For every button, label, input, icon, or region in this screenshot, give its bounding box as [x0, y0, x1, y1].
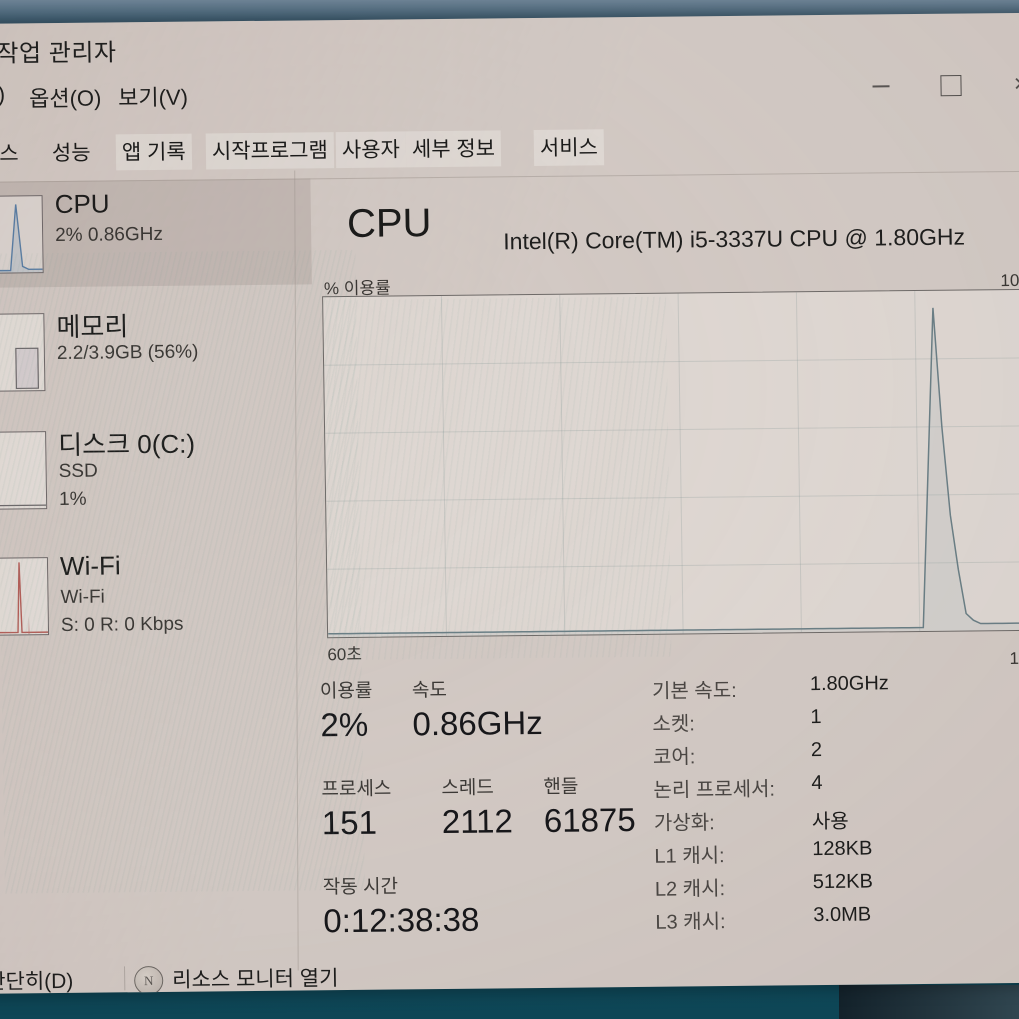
spec-row: 코어: 2: [653, 737, 1019, 774]
stat-threads-value: 2112: [441, 802, 514, 841]
spec-l3-cache-label: L3 캐시:: [655, 911, 726, 934]
stat-uptime: 작동 시간 0:12:38:38: [323, 871, 480, 940]
tab-strip: 세스 성능 앱 기록 시작프로그램 사용자 세부 정보 서비스: [0, 125, 1019, 183]
cpu-heading: CPU: [346, 201, 432, 246]
cpu-utilization-plot: [324, 291, 1019, 638]
sidebar-item-wifi-title: Wi-Fi: [59, 550, 121, 581]
stat-uptime-value: 0:12:38:38: [323, 900, 480, 940]
sidebar-item-memory[interactable]: 메모리 2.2/3.9GB (56%): [0, 296, 314, 406]
resource-monitor-icon[interactable]: N: [133, 965, 164, 994]
tab-processes[interactable]: 세스: [0, 135, 25, 172]
stat-speed-value: 0.86GHz: [412, 703, 543, 743]
sidebar-item-wifi[interactable]: Wi-Fi Wi-Fi S: 0 R: 0 Kbps: [0, 540, 317, 650]
graph-count-label: 1: [1009, 648, 1019, 669]
menu-item-view[interactable]: 보기(V): [118, 80, 188, 113]
sidebar-item-disk-title: 디스크 0(C:): [58, 428, 196, 461]
desktop-icons-area: [839, 985, 1019, 1019]
spec-sockets-value: 1: [810, 706, 822, 729]
cpu-detail-panel: CPU Intel(R) Core(TM) i5-3337U CPU @ 1.8…: [302, 171, 1019, 947]
spec-row: L2 캐시: 512KB: [655, 869, 1019, 906]
stat-handles-label: 핸들: [543, 776, 579, 798]
spec-virtualization-value: 사용: [811, 810, 849, 834]
stat-handles: 핸들 61875: [543, 771, 636, 839]
spec-l2-cache-value: 512KB: [812, 870, 874, 894]
spec-l2-cache-label: L2 캐시:: [654, 878, 726, 901]
open-resource-monitor-link[interactable]: 리소스 모니터 열기: [172, 962, 339, 994]
menu-item-options[interactable]: 옵션(O): [29, 81, 102, 114]
spec-row: 소켓: 1: [652, 704, 1019, 741]
sidebar-item-memory-detail: 2.2/3.9GB (56%): [56, 341, 199, 365]
spec-row: 가상화: 사용: [654, 803, 1019, 840]
graph-gridlines: [324, 291, 1019, 636]
spec-row: L3 캐시: 3.0MB: [655, 902, 1019, 939]
tab-users[interactable]: 사용자: [335, 131, 407, 169]
menu-item-file[interactable]: (F): [0, 82, 5, 108]
tab-services[interactable]: 서비스: [533, 129, 605, 167]
spec-l1-cache-label: L1 캐시:: [654, 845, 725, 868]
spec-l3-cache-value: 3.0MB: [813, 903, 872, 927]
sidebar-item-cpu-title: CPU: [54, 188, 110, 220]
status-bar-separator: [123, 966, 126, 991]
stat-speed: 속도 0.86GHz: [412, 674, 543, 743]
cpu-utilization-graph[interactable]: [322, 288, 1019, 639]
spec-base-speed-label: 기본 속도:: [651, 679, 737, 703]
memory-mini-graph: [0, 313, 46, 393]
sidebar-item-disk-type: SSD: [58, 460, 98, 483]
stat-utilization-value: 2%: [320, 705, 369, 744]
sidebar-item-disk[interactable]: 디스크 0(C:) SSD 1%: [0, 414, 315, 524]
cpu-stats-group: 이용률 2% 속도 0.86GHz 프로세스 151 스레드 2112 핸들 6…: [320, 673, 680, 939]
cpu-area: [328, 307, 1019, 638]
tab-startup[interactable]: 시작프로그램: [205, 132, 335, 170]
spec-sockets-label: 소켓:: [652, 713, 695, 736]
wifi-mini-graph: [0, 557, 50, 637]
tab-app-history[interactable]: 앱 기록: [115, 133, 192, 171]
spec-logical-processors-label: 논리 프로세서:: [653, 778, 776, 802]
spec-logical-processors-value: 4: [811, 772, 823, 795]
spec-cores-label: 코어:: [652, 746, 696, 769]
task-manager-window: 작업 관리자 ✕ (F) 옵션(O) 보기(V) 세스 성능 앱 기록 시작프로…: [0, 12, 1019, 994]
menu-bar: (F) 옵션(O) 보기(V): [0, 71, 1019, 122]
spec-row: L1 캐시: 128KB: [654, 836, 1019, 873]
cpu-model-name: Intel(R) Core(TM) i5-3337U CPU @ 1.80GHz: [503, 223, 966, 255]
tab-details[interactable]: 세부 정보: [405, 130, 502, 168]
stat-utilization-label: 이용률: [319, 680, 373, 703]
sidebar-item-wifi-adapter: Wi-Fi: [60, 586, 105, 608]
stat-uptime-label: 작동 시간: [322, 876, 399, 899]
spec-row: 논리 프로세서: 4: [653, 770, 1019, 807]
spec-base-speed-value: 1.80GHz: [809, 672, 889, 696]
sidebar-item-cpu-detail: 2% 0.86GHz: [54, 223, 164, 247]
stat-utilization: 이용률 2%: [320, 676, 373, 744]
disk-mini-graph: [0, 431, 48, 511]
stat-threads-label: 스레드: [441, 777, 495, 800]
spec-cores-value: 2: [810, 739, 823, 762]
cpu-mini-graph: [0, 195, 44, 275]
tab-performance[interactable]: 성능: [46, 135, 97, 172]
stat-threads: 스레드 2112: [441, 772, 513, 840]
spec-virtualization-label: 가상화:: [653, 812, 715, 835]
sidebar-item-disk-detail: 1%: [58, 488, 87, 511]
sidebar-item-cpu[interactable]: CPU 2% 0.86GHz: [0, 178, 312, 288]
resource-sidebar: CPU 2% 0.86GHz 메모리 2.2/3.9GB (56%) 디스크 0…: [0, 178, 314, 949]
page-title: 작업 관리자: [0, 39, 117, 68]
stat-handles-value: 61875: [543, 800, 636, 839]
spec-row: 기본 속도: 1.80GHz: [652, 671, 1019, 708]
fewer-details-button[interactable]: 간단히(D): [0, 965, 74, 994]
spec-l1-cache-value: 128KB: [812, 837, 873, 861]
sidebar-item-wifi-throughput: S: 0 R: 0 Kbps: [60, 613, 184, 636]
graph-time-label: 60초: [327, 644, 363, 665]
stat-processes-label: 프로세스: [321, 778, 392, 801]
cpu-line: [328, 307, 1019, 635]
stat-speed-label: 속도: [411, 679, 448, 702]
sidebar-item-memory-title: 메모리: [56, 311, 129, 343]
title-bar: 작업 관리자: [0, 13, 1019, 76]
stat-processes: 프로세스 151: [321, 774, 392, 842]
stat-processes-value: 151: [321, 803, 378, 842]
cpu-spec-list: 기본 속도: 1.80GHz 소켓: 1 코어: 2 논리 프로세서: 4 가상…: [652, 671, 1019, 939]
